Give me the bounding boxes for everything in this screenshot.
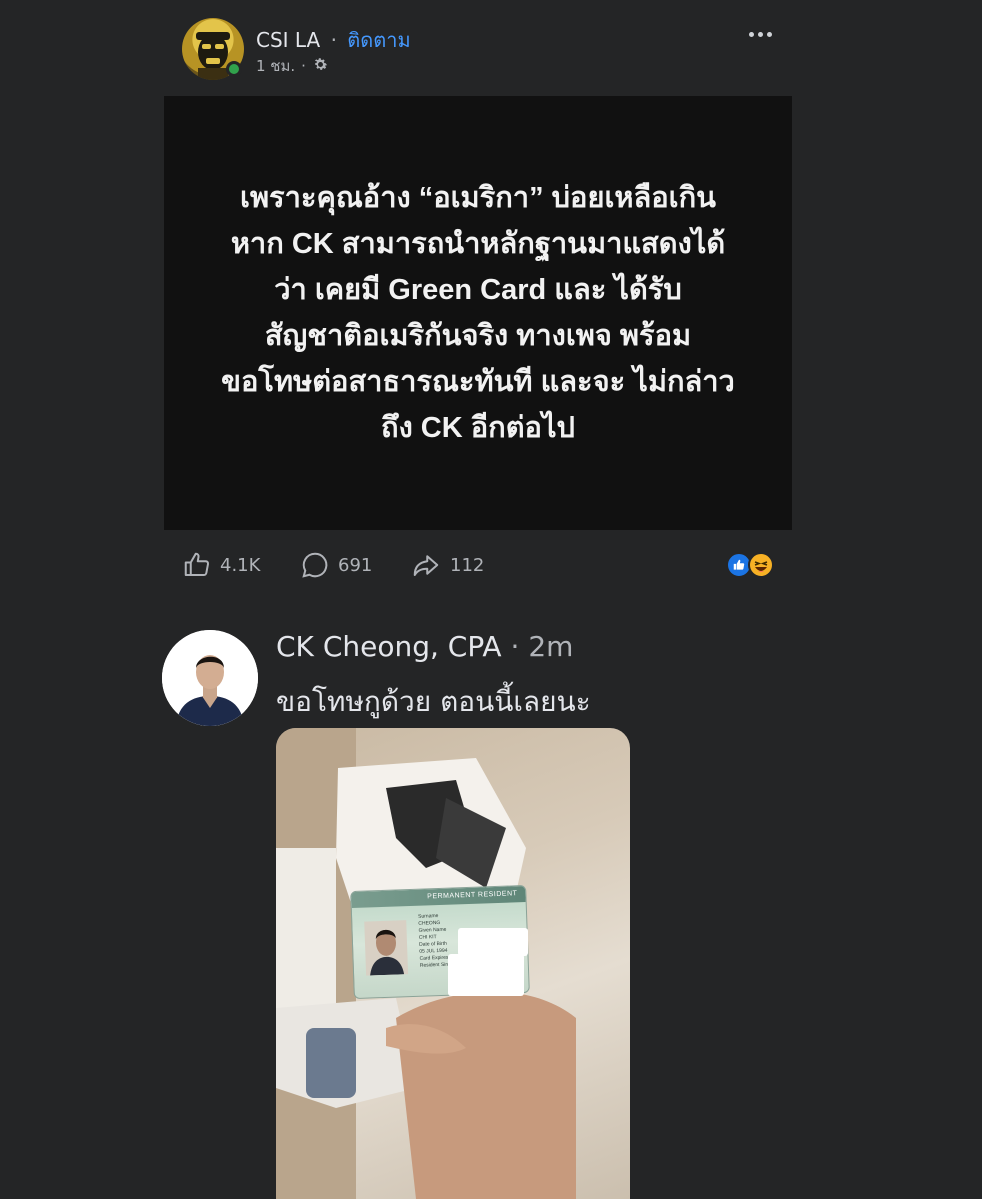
separator-dot: · — [330, 28, 337, 52]
post-card-text: เพราะคุณอ้าง “อเมริกา” บ่อยเหลือเกิน หาก… — [198, 175, 758, 451]
haha-reaction-icon — [748, 552, 774, 578]
comment-author-line: CK Cheong, CPA · 2m — [276, 630, 573, 663]
card-portrait — [364, 920, 409, 976]
card-line: หาก CK สามารถนำหลักฐานมาแสดงได้ — [230, 228, 726, 260]
post-text-card: เพราะคุณอ้าง “อเมริกา” บ่อยเหลือเกิน หาก… — [164, 96, 792, 530]
online-status-indicator — [226, 61, 242, 77]
share-button[interactable]: 112 — [410, 548, 484, 582]
comment-time[interactable]: 2m — [528, 630, 573, 663]
card-line: เพราะคุณอ้าง “อเมริกา” บ่อยเหลือเกิน — [240, 182, 716, 214]
redaction-block — [458, 928, 528, 956]
comment-author-name[interactable]: CK Cheong, CPA — [276, 630, 502, 663]
comment-text: ขอโทษกูด้วย ตอนนี้เลยนะ — [276, 685, 591, 718]
comment-count: 691 — [338, 554, 373, 576]
like-button[interactable]: 4.1K — [182, 548, 260, 582]
comment-photo[interactable]: PERMANENT RESIDENT Surname CHEONG Given … — [276, 728, 630, 1199]
post-header: CSI LA · ติดตาม 1 ชม. · — [182, 18, 782, 80]
card-line: ว่า เคยมี Green Card และ ได้รับ — [274, 274, 682, 306]
reaction-summary[interactable] — [726, 552, 776, 580]
post-author-line: CSI LA · ติดตาม — [256, 24, 411, 56]
facebook-post-screen: CSI LA · ติดตาม 1 ชม. · เพราะคุณอ้าง “อเ… — [0, 0, 982, 1199]
thumbs-up-icon — [184, 552, 210, 576]
comment-button[interactable]: 691 — [300, 548, 372, 582]
commenter-avatar[interactable] — [162, 630, 258, 726]
comment-bubble-icon — [302, 552, 328, 578]
separator-dot: · — [510, 630, 520, 663]
more-options-icon[interactable] — [742, 22, 778, 46]
follow-button[interactable]: ติดตาม — [347, 28, 410, 52]
card-line: สัญชาติอเมริกันจริง ทางเพจ พร้อม — [264, 320, 692, 352]
redaction-block — [448, 954, 524, 996]
post-meta: 1 ชม. · — [256, 54, 329, 78]
share-count: 112 — [450, 554, 485, 576]
share-arrow-icon — [413, 555, 439, 576]
card-line: ถึง CK อีกต่อไป — [381, 412, 575, 444]
separator-dot: · — [301, 57, 306, 75]
card-banner: PERMANENT RESIDENT — [351, 885, 526, 909]
post-author-name[interactable]: CSI LA — [256, 28, 320, 52]
like-count: 4.1K — [220, 554, 261, 576]
audience-gear-icon[interactable] — [312, 56, 329, 77]
post-action-bar: 4.1K 691 112 — [182, 548, 782, 582]
card-line: ขอโทษต่อสาธารณะทันที และจะ ไม่กล่าว — [221, 366, 735, 398]
post-time[interactable]: 1 ชม. — [256, 54, 295, 78]
